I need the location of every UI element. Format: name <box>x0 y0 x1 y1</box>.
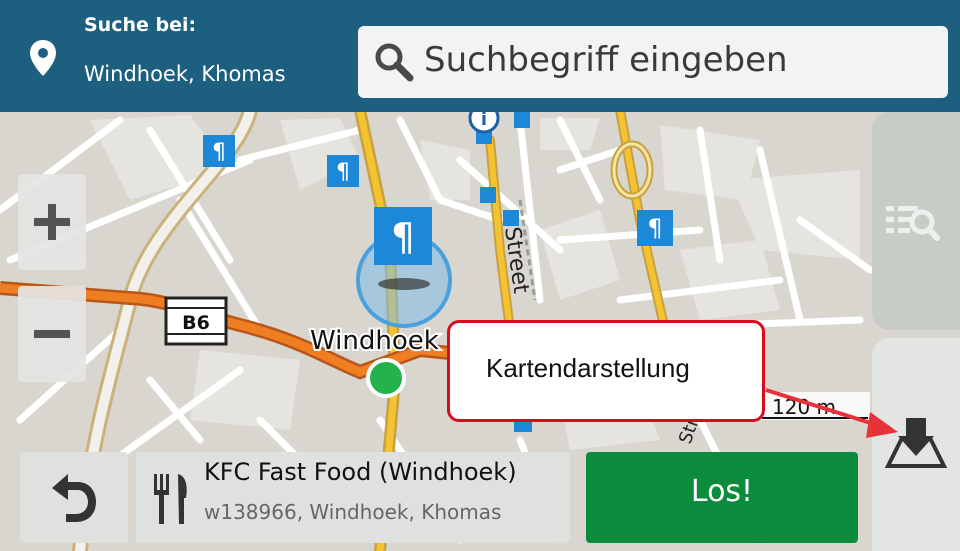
road-shield-b6: B6 <box>164 296 228 346</box>
selected-restaurant-icon[interactable]: ¶ <box>374 207 432 265</box>
current-position-marker <box>366 358 406 398</box>
svg-text:¶: ¶ <box>336 160 350 185</box>
plus-icon <box>34 204 70 240</box>
restaurant-icon <box>154 474 187 524</box>
restaurant-poi-icon[interactable]: ¶ <box>327 155 359 187</box>
minus-icon <box>34 330 70 338</box>
annotation-callout: Kartendarstellung <box>447 320 765 422</box>
search-placeholder: Suchbegriff eingeben <box>424 40 788 80</box>
svg-text:i: i <box>481 110 487 130</box>
poi-info-card[interactable]: KFC Fast Food (Windhoek) w138966, Windho… <box>136 452 570 543</box>
restaurant-poi-icon[interactable]: ¶ <box>203 135 235 167</box>
search-location[interactable]: Windhoek, Khomas <box>84 62 286 86</box>
poi-name: KFC Fast Food (Windhoek) <box>204 458 517 486</box>
map-pin-icon[interactable] <box>28 38 58 78</box>
magnifier-icon <box>375 43 414 82</box>
road-shield-label: B6 <box>182 312 210 334</box>
list-view-button[interactable] <box>872 112 960 330</box>
svg-text:¶: ¶ <box>212 140 226 165</box>
annotation-arrow <box>765 388 898 438</box>
zoom-in-button[interactable] <box>18 174 86 270</box>
search-input[interactable]: Suchbegriff eingeben <box>358 26 948 98</box>
go-button-label: Los! <box>690 474 754 509</box>
back-button[interactable] <box>20 452 128 543</box>
search-location-bar: Suche bei: Windhoek, Khomas Suchbegriff … <box>0 0 960 112</box>
back-arrow-icon <box>52 474 96 522</box>
list-search-icon <box>886 206 940 241</box>
zoom-out-button[interactable] <box>18 286 86 382</box>
search-at-label: Suche bei: <box>84 14 197 36</box>
navigation-app: i ¶ ¶ ¶ ¶ B6 Street Windhoek 120 m Suche… <box>0 0 960 551</box>
restaurant-poi-icon[interactable]: ¶ <box>637 210 673 246</box>
go-button[interactable]: Los! <box>586 452 858 543</box>
svg-text:¶: ¶ <box>391 215 415 259</box>
svg-text:¶: ¶ <box>647 214 662 242</box>
city-label: Windhoek <box>310 326 439 356</box>
poi-address: w138966, Windhoek, Khomas <box>204 500 502 524</box>
annotation-text: Kartendarstellung <box>486 353 690 383</box>
